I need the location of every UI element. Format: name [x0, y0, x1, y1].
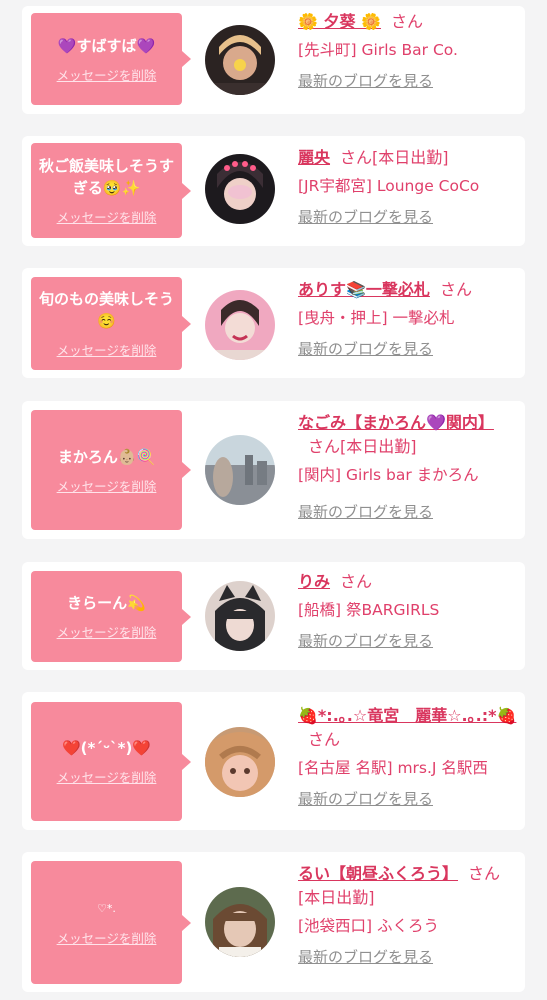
message-text: まかろん👶🏼🍭 — [57, 447, 156, 466]
avatar[interactable] — [205, 435, 275, 505]
cast-name-link[interactable]: るい【朝昼ふくろう】 — [298, 864, 458, 883]
message-card: 秋ご飯美味しそうすぎる🥹✨ メッセージを削除 麗央 さん[本日出勤] [JR宇都宮… — [22, 136, 525, 246]
message-bubble: 旬のもの美味しそう☺️ メッセージを削除 — [31, 277, 191, 370]
message-card: 旬のもの美味しそう☺️ メッセージを削除 ありす📚一撃必札 さん [曳舟・押上] … — [22, 268, 525, 378]
latest-blog-link[interactable]: 最新のブログを見る — [298, 206, 433, 227]
cast-name-link[interactable]: 🌼 夕葵 🌼 — [298, 12, 381, 31]
avatar[interactable] — [205, 581, 275, 651]
attendance-status: [本日出勤] — [340, 437, 417, 456]
shop-name: [船橋] 祭BARGIRLS — [298, 601, 440, 619]
delete-message-link[interactable]: メッセージを削除 — [57, 207, 157, 226]
attendance-status: [本日出勤] — [298, 888, 375, 907]
message-card: ❤️(*´ᵕ`*)❤️ メッセージを削除 🍓*:.｡.☆竜宮 麗華☆.｡.:*🍓… — [22, 692, 525, 830]
shop-name: [JR宇都宮] Lounge CoCo — [298, 177, 480, 195]
honorific: さん — [391, 12, 424, 31]
attendance-status: [本日出勤] — [372, 148, 449, 167]
latest-blog-link[interactable]: 最新のブログを見る — [298, 338, 433, 359]
cast-info: なごみ【まかろん💜関内】さん[本日出勤] [関内] Girls bar まかろん… — [298, 411, 519, 522]
cast-info: 🍓*:.｡.☆竜宮 麗華☆.｡.:*🍓 さん [名古屋 名駅] mrs.J 名駅西… — [298, 704, 519, 809]
avatar[interactable] — [205, 290, 275, 360]
avatar[interactable] — [205, 727, 275, 797]
cast-name-link[interactable]: 🍓*:.｡.☆竜宮 麗華☆.｡.:*🍓 — [298, 706, 516, 725]
delete-message-link[interactable]: メッセージを削除 — [57, 767, 157, 786]
message-bubble: きらーん💫 メッセージを削除 — [31, 571, 191, 662]
avatar[interactable] — [205, 25, 275, 95]
message-bubble: 秋ご飯美味しそうすぎる🥹✨ メッセージを削除 — [31, 143, 191, 238]
message-card: まかろん👶🏼🍭 メッセージを削除 なごみ【まかろん💜関内】さん[本日出勤] [関… — [22, 401, 525, 539]
cast-name-link[interactable]: りみ — [298, 572, 330, 591]
shop-name: [池袋西口] ふくろう — [298, 917, 440, 935]
honorific: さん — [340, 148, 373, 167]
message-text: 秋ご飯美味しそうすぎる🥹✨ — [38, 157, 174, 197]
honorific: さん — [439, 280, 472, 299]
honorific: さん — [340, 572, 373, 591]
honorific: さん — [308, 437, 341, 456]
shop-name: [先斗町] Girls Bar Co. — [298, 41, 458, 59]
shop-name: [曳舟・押上] 一撃必札 — [298, 309, 455, 327]
latest-blog-link[interactable]: 最新のブログを見る — [298, 788, 433, 809]
cast-info: ありす📚一撃必札 さん [曳舟・押上] 一撃必札 最新のブログを見る — [298, 278, 519, 359]
message-card: きらーん💫 メッセージを削除 りみ さん [船橋] 祭BARGIRLS 最新のブロ… — [22, 562, 525, 670]
message-bubble: 💜すばすば💜 メッセージを削除 — [31, 13, 191, 105]
message-card: ♡*. メッセージを削除 るい【朝昼ふくろう】 さん [本日出勤] [池袋西口] ふ… — [22, 852, 525, 992]
latest-blog-link[interactable]: 最新のブログを見る — [298, 70, 433, 91]
avatar[interactable] — [205, 154, 275, 224]
latest-blog-link[interactable]: 最新のブログを見る — [298, 946, 433, 967]
message-text: 旬のもの美味しそう☺️ — [38, 290, 174, 330]
shop-name: [名古屋 名駅] mrs.J 名駅西 — [298, 759, 488, 777]
latest-blog-link[interactable]: 最新のブログを見る — [298, 501, 433, 522]
message-bubble: ♡*. メッセージを削除 — [31, 861, 191, 984]
message-card: 💜すばすば💜 メッセージを削除 🌼 夕葵 🌼 さん [先斗町] Girls Bar… — [22, 6, 525, 114]
delete-message-link[interactable]: メッセージを削除 — [57, 928, 157, 947]
message-text: 💜すばすば💜 — [57, 36, 156, 55]
honorific: さん — [468, 864, 501, 883]
message-text: ♡*. — [97, 902, 116, 915]
honorific: さん — [308, 730, 341, 749]
cast-info: りみ さん [船橋] 祭BARGIRLS 最新のブログを見る — [298, 570, 519, 651]
message-text: ❤️(*´ᵕ`*)❤️ — [61, 739, 152, 757]
delete-message-link[interactable]: メッセージを削除 — [57, 340, 157, 359]
delete-message-link[interactable]: メッセージを削除 — [57, 622, 157, 641]
cast-info: 麗央 さん[本日出勤] [JR宇都宮] Lounge CoCo 最新のブログを見る — [298, 146, 519, 227]
cast-info: 🌼 夕葵 🌼 さん [先斗町] Girls Bar Co. 最新のブログを見る — [298, 10, 519, 91]
message-text: きらーん💫 — [67, 594, 146, 612]
message-bubble: ❤️(*´ᵕ`*)❤️ メッセージを削除 — [31, 702, 191, 821]
delete-message-link[interactable]: メッセージを削除 — [57, 476, 157, 495]
message-bubble: まかろん👶🏼🍭 メッセージを削除 — [31, 410, 191, 530]
latest-blog-link[interactable]: 最新のブログを見る — [298, 630, 433, 651]
delete-message-link[interactable]: メッセージを削除 — [57, 65, 157, 84]
cast-name-link[interactable]: なごみ【まかろん💜関内】 — [298, 413, 494, 432]
cast-name-link[interactable]: 麗央 — [298, 148, 330, 167]
cast-info: るい【朝昼ふくろう】 さん [本日出勤] [池袋西口] ふくろう 最新のブログを見る — [298, 862, 519, 967]
cast-name-link[interactable]: ありす📚一撃必札 — [298, 280, 430, 299]
avatar[interactable] — [205, 887, 275, 957]
shop-name: [関内] Girls bar まかろん — [298, 466, 479, 484]
